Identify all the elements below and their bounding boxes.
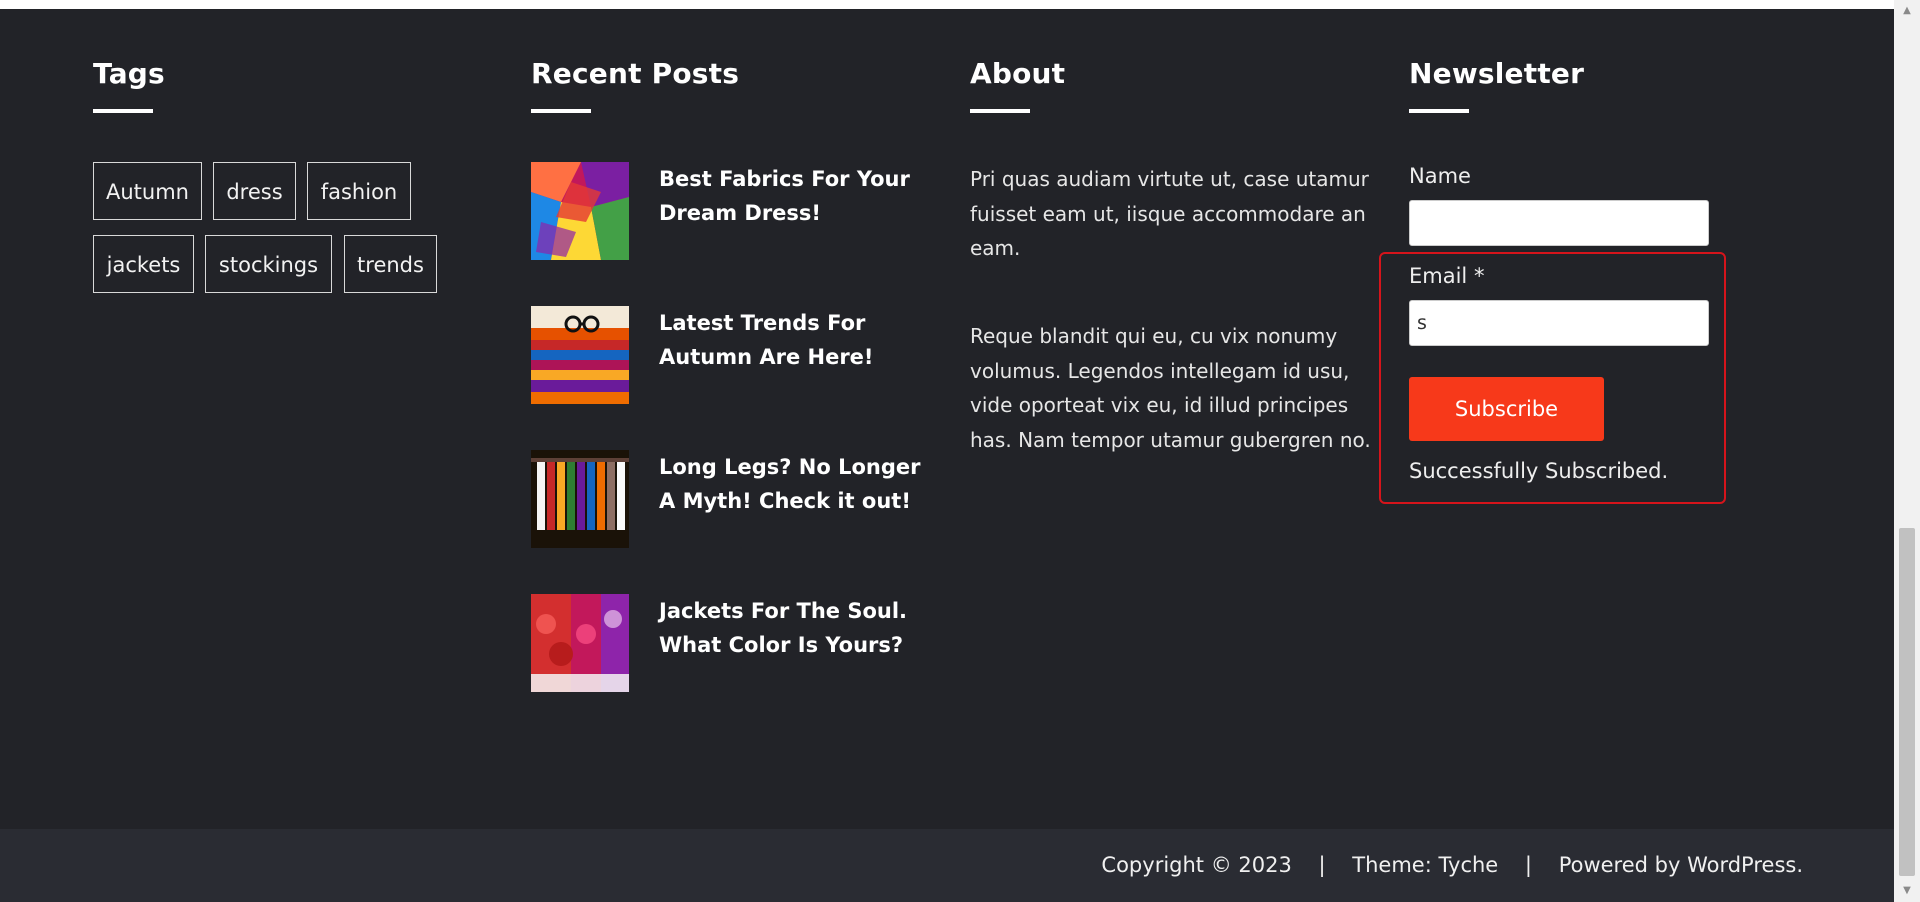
newsletter-widget: Newsletter Name Email * Subscribe Succes… [1379,9,1829,529]
subscribe-button[interactable]: Subscribe [1409,377,1604,441]
name-label: Name [1409,164,1471,188]
tag-fashion[interactable]: fashion [307,162,411,220]
success-message: Successfully Subscribed. [1409,459,1669,483]
copyright-row: Copyright © 2023 | Theme: Tyche | Powere… [1101,853,1803,877]
recent-posts-widget: Recent Posts Best Fabrics For Your Dream… [531,9,941,709]
tag-trends[interactable]: trends [344,235,437,293]
tags-widget: Tags Autumn dress fashion jackets stocki… [93,9,493,409]
recent-posts-title: Recent Posts [531,57,740,90]
name-input[interactable] [1409,200,1709,246]
scroll-up-arrow-icon[interactable]: ▲ [1894,0,1920,22]
post-title-link[interactable]: Latest Trends For Autumn Are Here! [659,306,929,374]
scrollbar-thumb[interactable] [1899,528,1915,876]
copyright-text: Copyright © 2023 [1101,853,1292,877]
post-thumbnail-sweaters[interactable] [531,306,629,404]
separator: | [1318,853,1326,877]
scroll-down-arrow-icon[interactable]: ▼ [1894,880,1920,902]
tag-dress[interactable]: dress [213,162,296,220]
about-title-underline [970,109,1030,113]
page: Tags Autumn dress fashion jackets stocki… [0,0,1920,902]
about-paragraph-2: Reque blandit qui eu, cu vix nonumy volu… [970,324,1371,452]
post-item: Latest Trends For Autumn Are Here! [531,306,931,406]
post-title-link[interactable]: Jackets For The Soul. What Color Is Your… [659,594,929,662]
about-title: About [970,57,1066,90]
footer-widgets: Tags Autumn dress fashion jackets stocki… [0,9,1894,829]
tag-jackets[interactable]: jackets [93,235,194,293]
separator: | [1524,853,1532,877]
post-thumbnail-jackets[interactable] [531,594,629,692]
powered-by-link[interactable]: Powered by WordPress. [1559,853,1803,877]
about-paragraph-1: Pri quas audiam virtute ut, case utamur … [970,167,1369,260]
recent-posts-title-underline [531,109,591,113]
newsletter-title-underline [1409,109,1469,113]
post-item: Best Fabrics For Your Dream Dress! [531,162,931,262]
post-item: Long Legs? No Longer A Myth! Check it ou… [531,450,931,550]
post-title-link[interactable]: Best Fabrics For Your Dream Dress! [659,162,929,230]
post-thumbnail-fabrics[interactable] [531,162,629,260]
tag-stockings[interactable]: stockings [205,235,332,293]
tags-title: Tags [93,57,165,90]
post-item: Jackets For The Soul. What Color Is Your… [531,594,931,694]
post-thumbnail-stockings[interactable] [531,450,629,548]
email-label: Email * [1409,264,1485,288]
site-info-bar: Copyright © 2023 | Theme: Tyche | Powere… [0,829,1894,902]
page-scrollbar[interactable]: ▲ ▼ [1894,0,1920,902]
email-input[interactable] [1409,300,1709,346]
top-strip [0,0,1894,9]
newsletter-title: Newsletter [1409,57,1585,90]
post-title-link[interactable]: Long Legs? No Longer A Myth! Check it ou… [659,450,929,518]
tag-autumn[interactable]: Autumn [93,162,202,220]
theme-link[interactable]: Theme: Tyche [1352,853,1498,877]
about-widget: About Pri quas audiam virtute ut, case u… [970,9,1380,509]
tags-title-underline [93,109,153,113]
